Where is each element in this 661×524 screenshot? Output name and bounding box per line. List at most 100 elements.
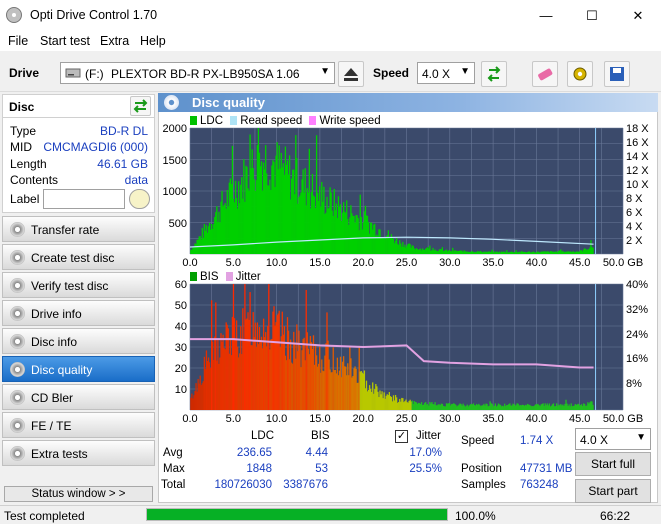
- x-tick-label: 35.0: [482, 257, 503, 269]
- stats-col-bis: BIS: [311, 430, 330, 442]
- nav-drive-info[interactable]: Drive info: [2, 300, 155, 326]
- y-tick-label: 20: [175, 363, 187, 375]
- chevron-down-icon: ▼: [460, 66, 470, 77]
- menu-help[interactable]: Help: [140, 34, 166, 48]
- elapsed-time: 66:22: [599, 509, 630, 523]
- disc-icon: [10, 334, 25, 349]
- drive-label: Drive: [9, 66, 40, 80]
- x-tick-label: 0.0: [182, 257, 197, 269]
- disc-label-input[interactable]: [43, 189, 125, 209]
- x-tick-label: 50.0 GB: [603, 413, 643, 425]
- maximize-button[interactable]: ☐: [569, 0, 615, 31]
- close-button[interactable]: ✕: [615, 0, 661, 31]
- x-tick-label: 45.0: [569, 413, 590, 425]
- y-tick-label: 1000: [163, 186, 187, 198]
- x-tick-label: 20.0: [352, 257, 373, 269]
- x-tick-label: 25.0: [396, 257, 417, 269]
- chevron-down-icon: ▼: [636, 432, 646, 443]
- avg-jitter: 17.0%: [409, 447, 442, 459]
- total-ldc: 180726030: [214, 479, 272, 491]
- disc-icon: [10, 446, 25, 461]
- eject-button[interactable]: [338, 61, 364, 87]
- x-tick-label: 5.0: [226, 413, 241, 425]
- status-window-button[interactable]: Status window > >: [4, 486, 153, 502]
- y-right-tick-label: 32%: [626, 304, 648, 316]
- drive-select[interactable]: (F:) PLEXTOR BD-R PX-LB950SA 1.06 ▼: [60, 62, 335, 84]
- y-right-tick-label: 2 X: [626, 235, 643, 247]
- nav-disc-quality[interactable]: Disc quality: [2, 356, 155, 382]
- window-title: Opti Drive Control 1.70: [30, 8, 158, 22]
- max-label: Max: [163, 463, 185, 475]
- position-label: Position: [461, 463, 502, 475]
- y-right-tick-label: 16 X: [626, 137, 649, 149]
- minimize-button[interactable]: —: [523, 0, 569, 31]
- jitter-checkbox[interactable]: ✓: [395, 430, 408, 443]
- y-tick-label: 50: [175, 300, 187, 312]
- nav-verify-test-disc[interactable]: Verify test disc: [2, 272, 155, 298]
- disc-panel-header: Disc: [2, 94, 155, 118]
- refresh-disc-icon[interactable]: [130, 96, 151, 116]
- avg-bis: 4.44: [305, 447, 328, 459]
- samples-label: Samples: [461, 479, 506, 491]
- max-jitter: 25.5%: [409, 463, 442, 475]
- start-part-button[interactable]: Start part: [575, 479, 651, 503]
- x-tick-label: 15.0: [309, 257, 330, 269]
- x-tick-label: 10.0: [266, 413, 287, 425]
- disc-mid-key: MID: [10, 140, 32, 154]
- x-tick-label: 40.0: [526, 413, 547, 425]
- x-tick-label: 10.0: [266, 257, 287, 269]
- max-bis: 53: [315, 463, 328, 475]
- disc-icon: [10, 306, 25, 321]
- status-text: Test completed: [4, 509, 85, 523]
- label-edit-icon[interactable]: [129, 189, 150, 209]
- x-tick-label: 25.0: [396, 413, 417, 425]
- disc-icon: [10, 278, 25, 293]
- start-full-button[interactable]: Start full: [575, 452, 651, 476]
- y-right-tick-label: 10 X: [626, 179, 649, 191]
- y-tick-label: 2000: [163, 123, 187, 135]
- eraser-button[interactable]: [532, 61, 558, 87]
- chevron-down-icon: ▼: [320, 66, 330, 77]
- nav-label: Disc info: [31, 335, 78, 349]
- nav-label: Drive info: [31, 307, 82, 321]
- nav-create-test-disc[interactable]: Create test disc: [2, 244, 155, 270]
- test-speed-value: 4.0 X: [580, 433, 609, 447]
- y-tick-label: 40: [175, 321, 187, 333]
- nav-label: Transfer rate: [31, 223, 100, 237]
- speed-stat-value: 1.74 X: [520, 435, 554, 447]
- menu-extra[interactable]: Extra: [100, 34, 129, 48]
- menu-file[interactable]: File: [8, 34, 28, 48]
- total-bis: 3387676: [283, 479, 328, 491]
- x-tick-label: 35.0: [482, 413, 503, 425]
- y-right-tick-label: 4 X: [626, 221, 643, 233]
- y-right-tick-label: 6 X: [626, 207, 643, 219]
- menu-start-test[interactable]: Start test: [40, 34, 90, 48]
- nav-disc-info[interactable]: Disc info: [2, 328, 155, 354]
- drive-letter: (F:): [85, 67, 104, 81]
- position-value: 47731 MB: [520, 463, 573, 475]
- y-right-tick-label: 12 X: [626, 165, 649, 177]
- disc-icon: [10, 390, 25, 405]
- disc-icon: [10, 418, 25, 433]
- avg-label: Avg: [163, 447, 183, 459]
- drive-icon: [65, 66, 81, 83]
- bis-jitter-chart: 0.0 5.0 10.0 15.0 20.0 25.0 30.0 35.0 40.0 45.0 50…: [175, 279, 648, 425]
- y-tick-label: 30: [175, 342, 187, 354]
- speed-select[interactable]: 4.0 X ▼: [417, 62, 475, 84]
- settings-button[interactable]: [567, 61, 593, 87]
- refresh-speed-button[interactable]: [481, 61, 507, 87]
- disc-type-key: Type: [10, 124, 37, 138]
- disc-icon: [10, 362, 25, 377]
- test-speed-select[interactable]: 4.0 X ▼: [575, 428, 651, 450]
- disc-type-value: BD-R DL: [99, 124, 148, 138]
- save-button[interactable]: [604, 61, 630, 87]
- drive-name: PLEXTOR BD-R PX-LB950SA 1.06: [111, 67, 300, 81]
- nav-cd-bler[interactable]: CD Bler: [2, 384, 155, 410]
- y-right-tick-label: 24%: [626, 329, 648, 341]
- x-tick-label: 45.0: [569, 257, 590, 269]
- nav-transfer-rate[interactable]: Transfer rate: [2, 216, 155, 242]
- nav-fe-te[interactable]: FE / TE: [2, 412, 155, 438]
- nav-label: FE / TE: [31, 419, 72, 433]
- nav-extra-tests[interactable]: Extra tests: [2, 440, 155, 466]
- nav-label: Disc quality: [31, 363, 93, 377]
